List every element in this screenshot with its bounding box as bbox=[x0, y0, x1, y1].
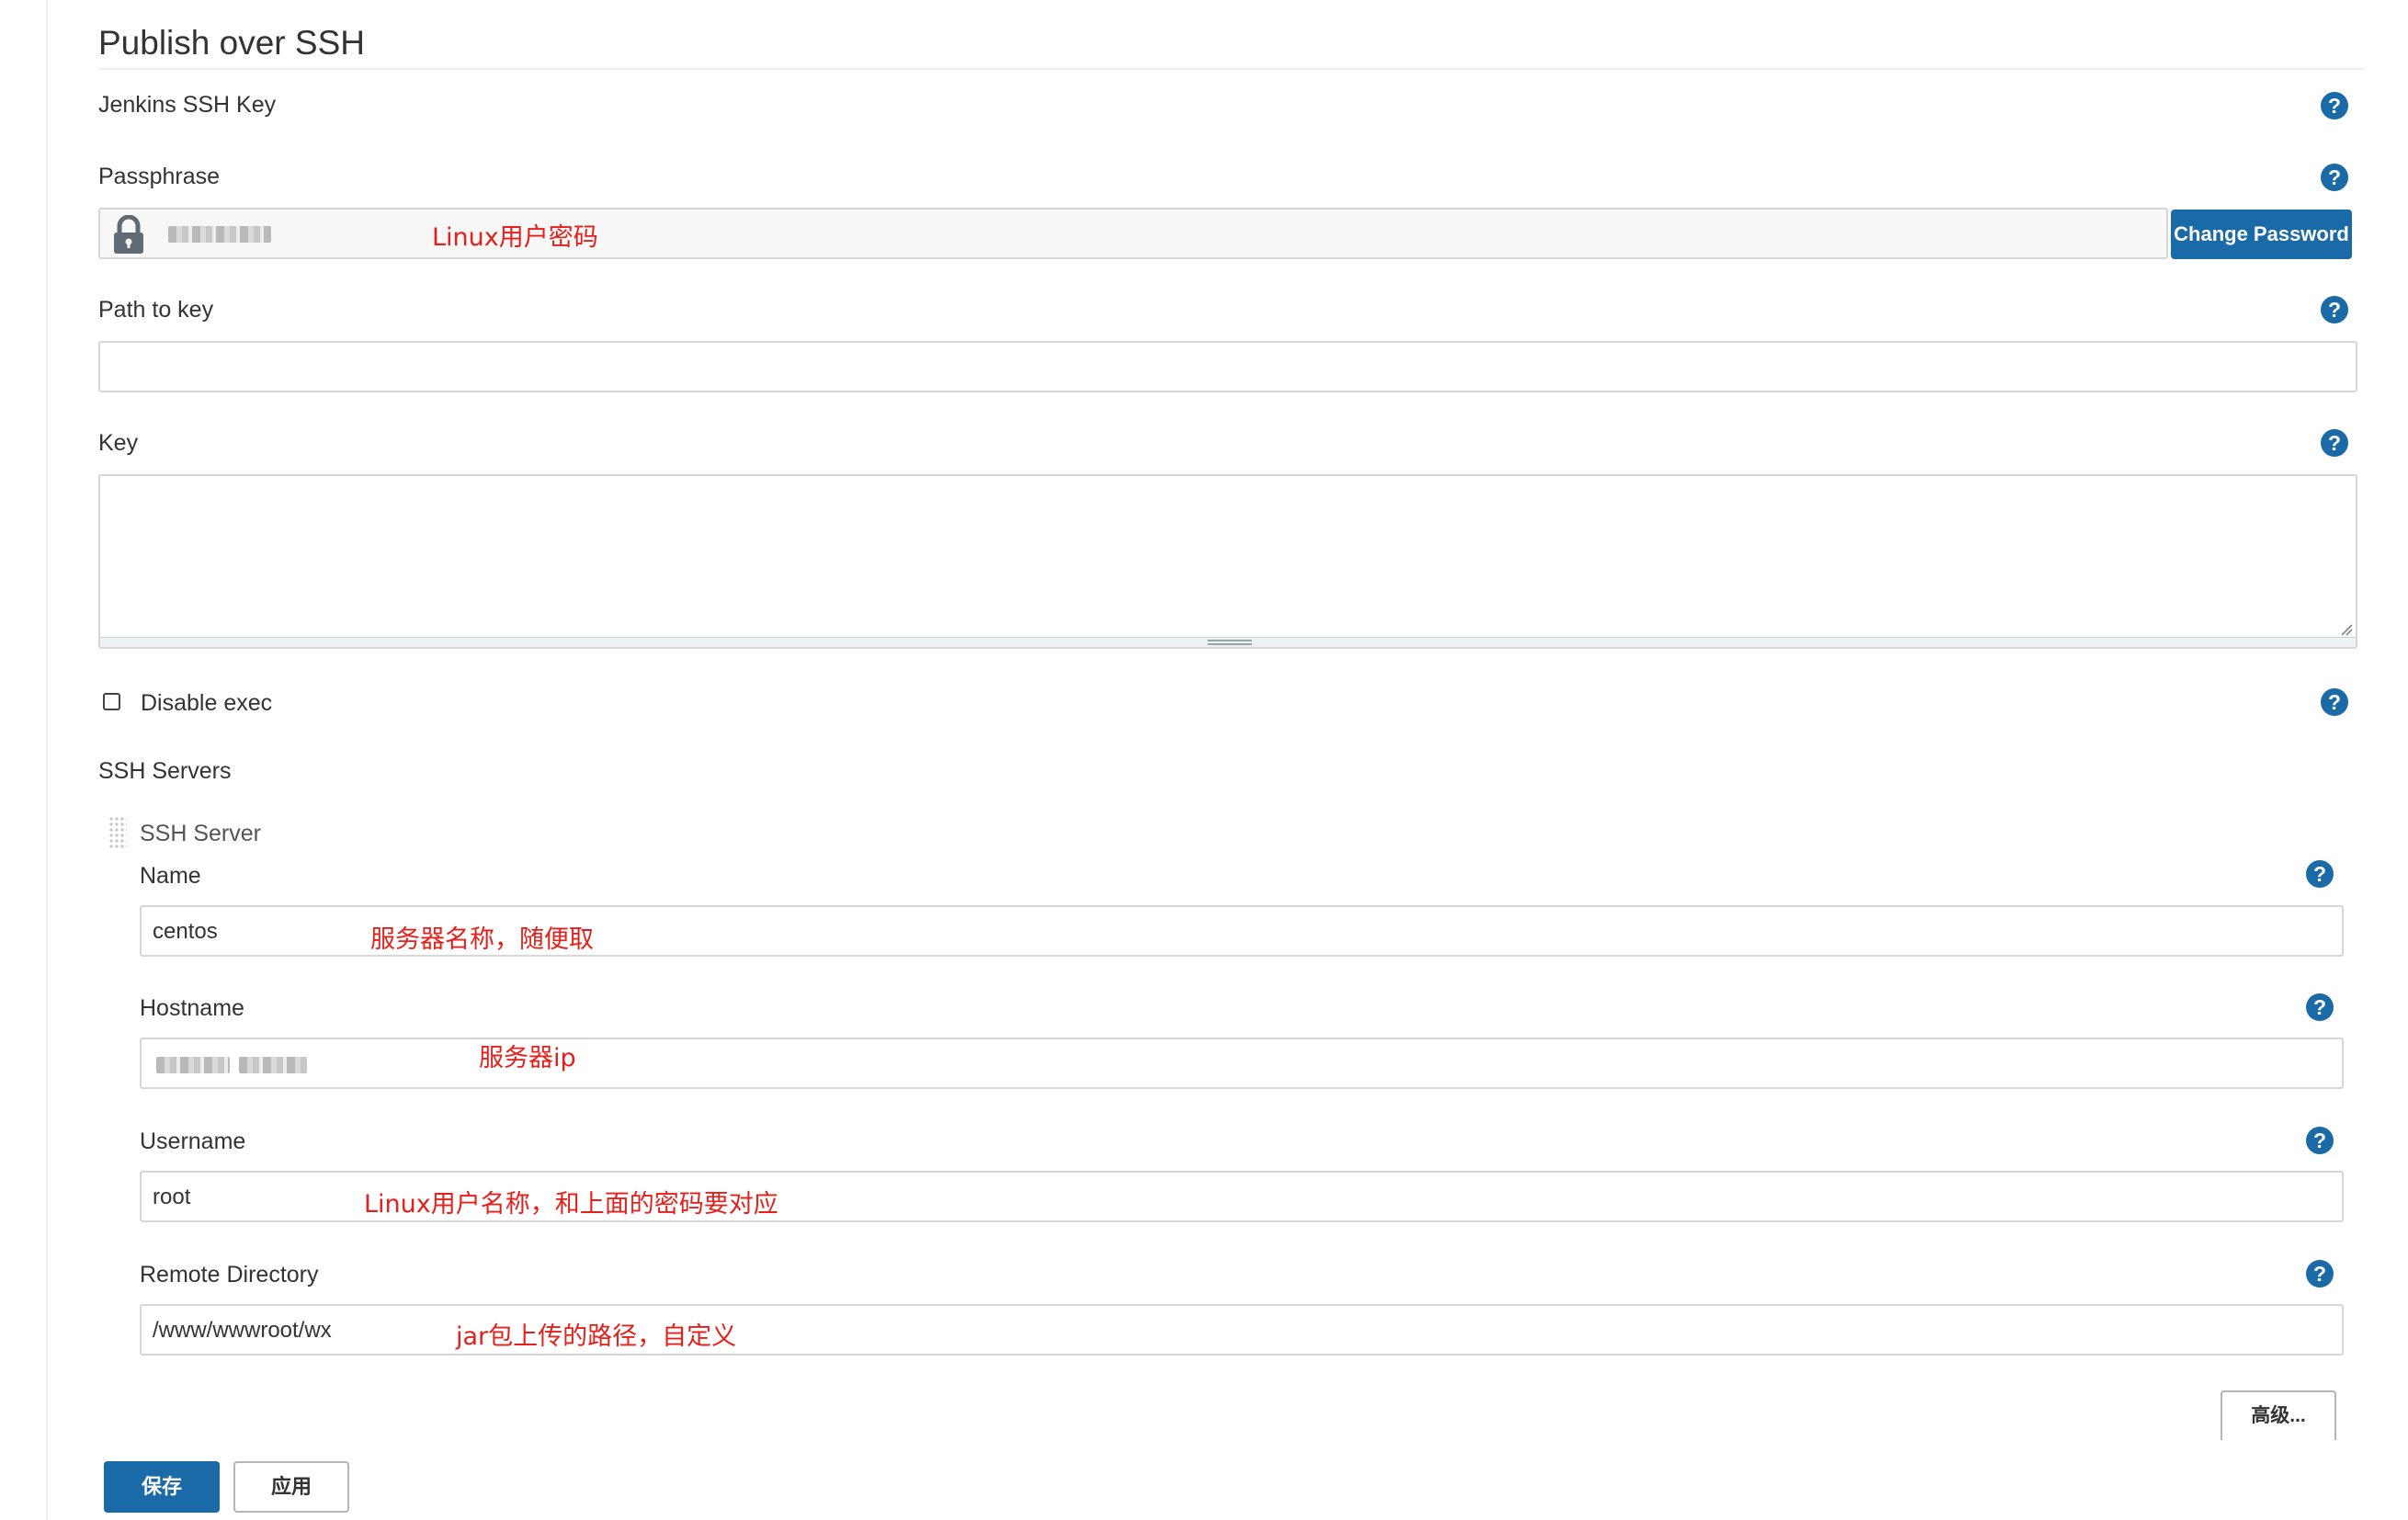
lock-icon bbox=[114, 215, 143, 254]
disable-exec-label: Disable exec bbox=[141, 690, 273, 716]
hostname-annotation: 服务器ip bbox=[479, 1044, 576, 1072]
key-label: Key bbox=[98, 430, 139, 456]
passphrase-field[interactable] bbox=[98, 208, 2168, 259]
remote-directory-value: /www/wwwroot/wx bbox=[153, 1318, 332, 1343]
apply-button[interactable]: 应用 bbox=[233, 1461, 349, 1513]
masked-hostname bbox=[156, 1057, 230, 1073]
help-icon[interactable]: ? bbox=[2306, 860, 2334, 888]
remote-directory-label: Remote Directory bbox=[140, 1262, 319, 1287]
ssh-key-label: Jenkins SSH Key bbox=[98, 92, 277, 118]
hostname-label: Hostname bbox=[140, 995, 244, 1021]
section-title: Publish over SSH bbox=[98, 24, 365, 62]
passphrase-annotation: Linux用户密码 bbox=[432, 223, 598, 252]
hostname-input[interactable] bbox=[140, 1038, 2344, 1089]
masked-passphrase bbox=[168, 226, 271, 243]
name-annotation: 服务器名称，随便取 bbox=[370, 925, 594, 954]
drag-handle-icon[interactable] bbox=[108, 816, 127, 849]
help-icon[interactable]: ? bbox=[2321, 429, 2348, 457]
username-value: root bbox=[153, 1185, 191, 1209]
remote-directory-annotation: jar包上传的路径，自定义 bbox=[456, 1322, 737, 1351]
textarea-resize-bar[interactable] bbox=[100, 637, 2356, 647]
help-icon[interactable]: ? bbox=[2306, 993, 2334, 1021]
username-label: Username bbox=[140, 1129, 246, 1154]
help-icon[interactable]: ? bbox=[2321, 92, 2348, 119]
help-icon[interactable]: ? bbox=[2321, 688, 2348, 716]
sidebar-divider bbox=[46, 0, 48, 1520]
help-icon[interactable]: ? bbox=[2321, 164, 2348, 191]
help-icon[interactable]: ? bbox=[2321, 296, 2348, 323]
help-icon[interactable]: ? bbox=[2306, 1127, 2334, 1154]
masked-hostname bbox=[239, 1057, 307, 1073]
change-password-button[interactable]: Change Password bbox=[2171, 210, 2352, 259]
resize-handle-icon[interactable] bbox=[2340, 623, 2353, 636]
disable-exec-checkbox[interactable] bbox=[103, 693, 120, 710]
username-annotation: Linux用户名称，和上面的密码要对应 bbox=[364, 1190, 778, 1219]
ssh-servers-label: SSH Servers bbox=[98, 758, 232, 784]
server-name-label: Name bbox=[140, 863, 201, 889]
help-icon[interactable]: ? bbox=[2306, 1260, 2334, 1287]
save-button[interactable]: 保存 bbox=[104, 1461, 220, 1513]
passphrase-label: Passphrase bbox=[98, 164, 221, 189]
key-textarea[interactable] bbox=[98, 474, 2357, 649]
advanced-button[interactable]: 高级... bbox=[2221, 1390, 2336, 1440]
path-to-key-label: Path to key bbox=[98, 297, 214, 323]
ssh-server-header: SSH Server bbox=[140, 821, 261, 846]
path-to-key-input[interactable] bbox=[98, 341, 2357, 392]
server-name-value: centos bbox=[153, 919, 218, 944]
section-divider bbox=[98, 68, 2365, 70]
